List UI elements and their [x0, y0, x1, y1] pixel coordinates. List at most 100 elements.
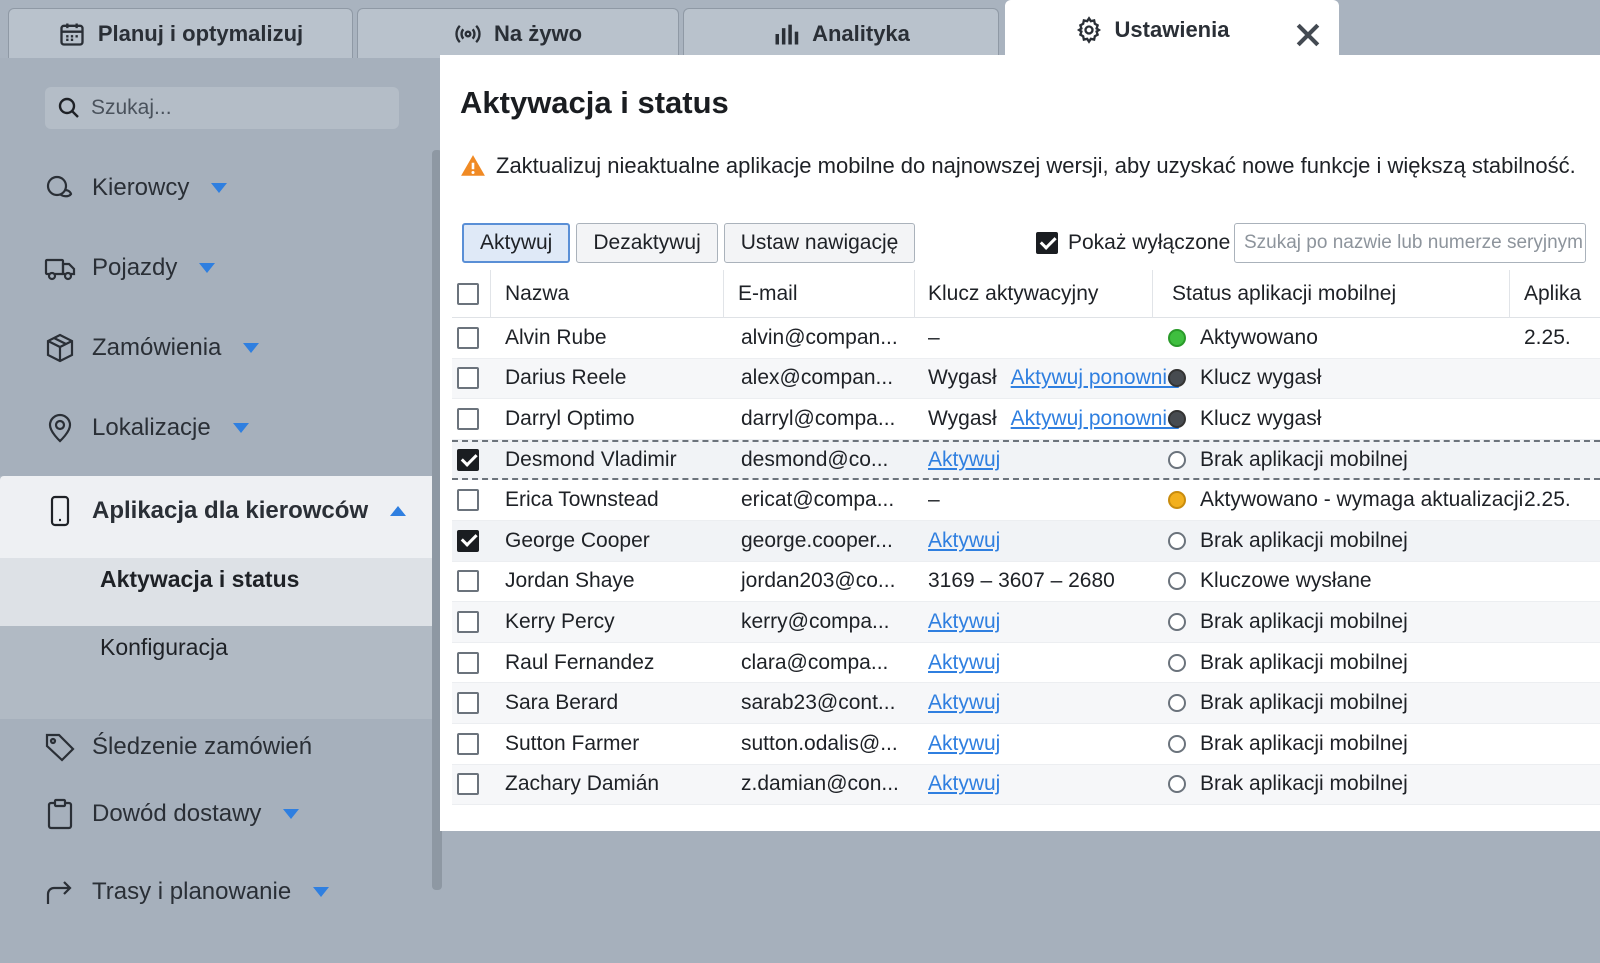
mobile-status-cell: Klucz wygasł: [1168, 366, 1321, 390]
sidebar-item-vehicles[interactable]: Pojazdy: [44, 252, 216, 284]
activate-link[interactable]: Aktywuj: [928, 651, 1000, 675]
row-checkbox[interactable]: [457, 489, 479, 512]
activate-link[interactable]: Aktywuj: [928, 529, 1000, 553]
sidebar-item-locations[interactable]: Lokalizacje: [44, 412, 249, 444]
row-checkbox[interactable]: [457, 570, 479, 593]
driver-email: clara@compa...: [741, 650, 889, 674]
deactivate-button[interactable]: Dezaktywuj: [576, 223, 718, 263]
table-row[interactable]: Kerry Percy kerry@compa... Aktywuj Brak …: [452, 602, 1600, 643]
sidebar-item-order-tracking[interactable]: Śledzenie zamówień: [44, 731, 312, 763]
row-checkbox[interactable]: [457, 529, 479, 552]
tab-live[interactable]: Na żywo: [357, 8, 679, 58]
status-dot-icon: [1168, 369, 1186, 388]
column-divider: [490, 270, 491, 318]
driver-name: Darius Reele: [505, 366, 627, 390]
table-row[interactable]: George Cooper george.cooper... Aktywuj B…: [452, 520, 1600, 562]
driver-email: ericat@compa...: [741, 488, 895, 512]
show-disabled-toggle[interactable]: Pokaż wyłączone: [1036, 231, 1230, 255]
activation-key-cell: –: [928, 326, 940, 350]
column-header-status[interactable]: Status aplikacji mobilnej: [1172, 282, 1396, 306]
sidebar-item-routes-planning[interactable]: Trasy i planowanie: [44, 876, 330, 908]
tab-settings[interactable]: Ustawienia: [1005, 0, 1339, 58]
select-all-checkbox[interactable]: [457, 282, 479, 305]
activate-link[interactable]: Aktywuj: [928, 772, 1000, 796]
row-checkbox[interactable]: [457, 326, 479, 349]
mobile-status-text: Brak aplikacji mobilnej: [1200, 448, 1408, 472]
activation-key-cell: Aktywuj: [928, 732, 1000, 756]
driver-email: desmond@co...: [741, 448, 889, 472]
sidebar-item-label: Śledzenie zamówień: [92, 733, 313, 760]
table-row[interactable]: Desmond Vladimir desmond@co... Aktywuj B…: [452, 439, 1600, 481]
tab-label: Ustawienia: [1114, 16, 1230, 42]
tab-plan-optimize[interactable]: Planuj i optymalizuj: [8, 8, 353, 58]
row-checkbox[interactable]: [457, 449, 479, 472]
mobile-status-text: Kluczowe wysłane: [1200, 569, 1372, 593]
table-row[interactable]: Raul Fernandez clara@compa... Aktywuj Br…: [452, 643, 1600, 684]
row-checkbox[interactable]: [457, 367, 479, 390]
activate-link[interactable]: Aktywuj ponownie: [1011, 366, 1179, 390]
tag-icon: [45, 733, 75, 762]
row-checkbox[interactable]: [457, 692, 479, 715]
driver-name: Sara Berard: [505, 691, 619, 715]
column-header-key[interactable]: Klucz aktywacyjny: [928, 282, 1098, 306]
mobile-status-cell: Klucz wygasł: [1168, 407, 1321, 431]
activate-link[interactable]: Aktywuj: [928, 448, 1000, 472]
table-row[interactable]: Jordan Shaye jordan203@co... 3169 – 3607…: [452, 562, 1600, 603]
table-row[interactable]: Alvin Rube alvin@compan... – Aktywowano …: [452, 318, 1600, 359]
activate-link[interactable]: Aktywuj: [928, 732, 1000, 756]
status-dot-icon: [1168, 734, 1186, 753]
activate-link[interactable]: Aktywuj: [928, 610, 1000, 634]
row-checkbox[interactable]: [457, 610, 479, 633]
show-disabled-checkbox[interactable]: [1036, 232, 1058, 254]
sidebar-item-orders[interactable]: Zamówienia: [44, 332, 260, 364]
table-row[interactable]: Darryl Optimo darryl@compa... Wygasł Akty…: [452, 399, 1600, 440]
mobile-status-cell: Brak aplikacji mobilnej: [1168, 732, 1408, 756]
driver-name: George Cooper: [505, 528, 650, 552]
row-checkbox[interactable]: [457, 651, 479, 674]
sidebar-item-drivers[interactable]: Kierowcy: [44, 172, 228, 204]
sidebar-subitem-activation-status[interactable]: Aktywacja i status: [100, 566, 299, 593]
activation-key-cell: Aktywuj: [928, 651, 1000, 675]
row-checkbox[interactable]: [457, 773, 479, 796]
sidebar-item-driver-app[interactable]: Aplikacja dla kierowców: [44, 495, 407, 527]
driver-name: Raul Fernandez: [505, 650, 655, 674]
driver-email: sarab23@cont...: [741, 691, 896, 715]
set-navigation-button[interactable]: Ustaw nawigację: [723, 223, 916, 263]
driver-name: Sutton Farmer: [505, 731, 640, 755]
activate-link[interactable]: Aktywuj ponownie: [1011, 407, 1179, 431]
activation-key-cell: Aktywuj: [928, 772, 1000, 796]
table-row[interactable]: Zachary Damián z.damian@con... Aktywuj B…: [452, 764, 1600, 806]
action-toolbar: Aktywuj Dezaktywuj Ustaw nawigację: [462, 223, 916, 263]
sidebar-subitem-configuration[interactable]: Konfiguracja: [100, 634, 228, 661]
mobile-status-text: Klucz wygasł: [1200, 406, 1322, 430]
mobile-status-cell: Kluczowe wysłane: [1168, 569, 1372, 593]
mobile-status-cell: Aktywowano: [1168, 326, 1318, 350]
table-body: Alvin Rube alvin@compan... – Aktywowano …: [452, 318, 1600, 806]
mobile-status-cell: Brak aplikacji mobilnej: [1168, 529, 1408, 553]
sidebar-search-input[interactable]: [91, 96, 371, 120]
close-icon[interactable]: [1294, 21, 1322, 49]
table-row[interactable]: Sara Berard sarab23@cont... Aktywuj Brak…: [452, 683, 1600, 724]
broadcast-icon: [455, 24, 481, 43]
table-row[interactable]: Darius Reele alex@compan... Wygasł Aktywu…: [452, 358, 1600, 400]
column-header-email[interactable]: E-mail: [738, 282, 798, 306]
mobile-status-text: Aktywowano: [1200, 325, 1318, 349]
activate-button[interactable]: Aktywuj: [462, 223, 571, 263]
column-header-app-version[interactable]: Aplika: [1524, 282, 1581, 306]
drivers-table: Nazwa E-mail Klucz aktywacyjny Status ap…: [452, 270, 1600, 806]
row-checkbox[interactable]: [457, 407, 479, 430]
activation-key-cell: Aktywuj: [928, 691, 1000, 715]
table-row[interactable]: Erica Townstead ericat@compa... – Aktywo…: [452, 480, 1600, 521]
chevron-down-icon: [199, 263, 216, 273]
activate-link[interactable]: Aktywuj: [928, 691, 1000, 715]
row-checkbox[interactable]: [457, 732, 479, 755]
column-header-name[interactable]: Nazwa: [505, 282, 569, 306]
table-row[interactable]: Sutton Farmer sutton.odalis@... Aktywuj …: [452, 724, 1600, 765]
mobile-status-cell: Aktywowano - wymaga aktualizacji: [1168, 488, 1523, 512]
status-dot-icon: [1168, 451, 1186, 470]
table-search-input[interactable]: [1234, 223, 1586, 263]
sidebar-item-proof-of-delivery[interactable]: Dowód dostawy: [44, 798, 300, 830]
tab-analytics[interactable]: Analityka: [683, 8, 999, 58]
status-dot-icon: [1168, 653, 1186, 672]
chevron-down-icon: [283, 809, 300, 819]
